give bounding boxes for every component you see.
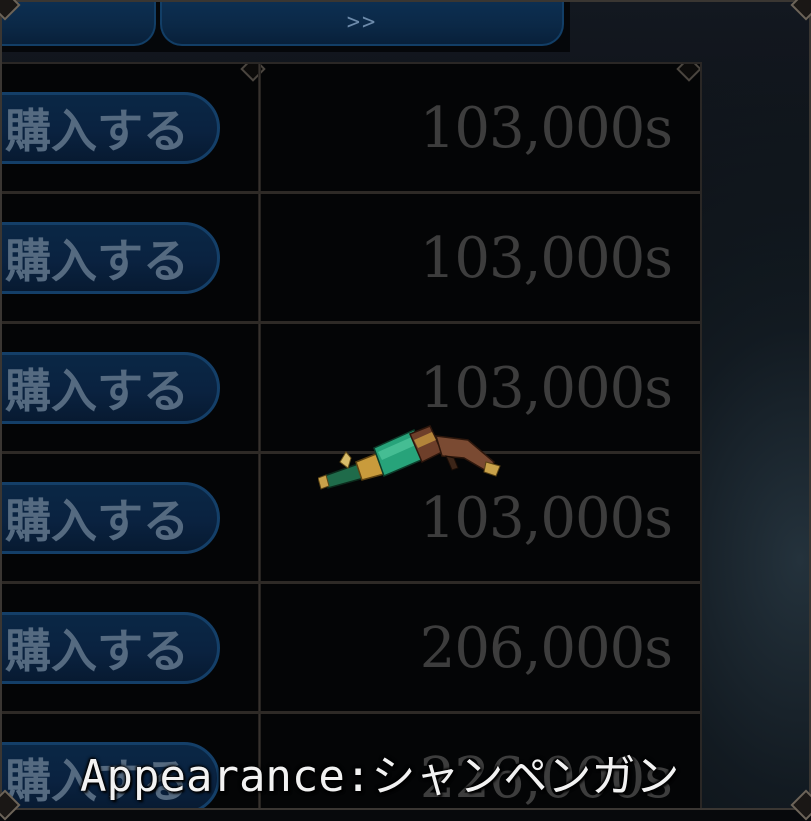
buy-button-label: 購入する [5,104,189,158]
prev-page-tab[interactable] [0,0,156,46]
next-page-tab[interactable]: >> [160,0,564,46]
shop-row: 購入する 103,000s [0,64,700,194]
buy-button[interactable]: 購入する [0,352,220,424]
champagne-gun-icon [318,425,501,490]
buy-button[interactable]: 購入する [0,482,220,554]
buy-button[interactable]: 購入する [0,92,220,164]
buy-button[interactable]: 購入する [0,222,220,294]
item-appearance-caption: Appearance:シャンペンガン [80,751,680,802]
buy-button-label: 購入する [5,234,189,288]
item-price: 103,000s [419,226,673,291]
buy-button[interactable]: 購入する [0,612,220,684]
item-price: 103,000s [419,96,673,161]
shop-row: 購入する 206,000s [0,584,700,714]
buy-button-label: 購入する [5,494,189,548]
item-price: 206,000s [419,616,673,681]
buy-button-label: 購入する [5,364,189,418]
next-page-label: >> [346,9,378,35]
shop-row: 購入する 103,000s [0,194,700,324]
buy-button-label: 購入する [5,624,189,678]
shop-tab-bar: >> [0,0,570,52]
item-price: 103,000s [419,356,673,421]
